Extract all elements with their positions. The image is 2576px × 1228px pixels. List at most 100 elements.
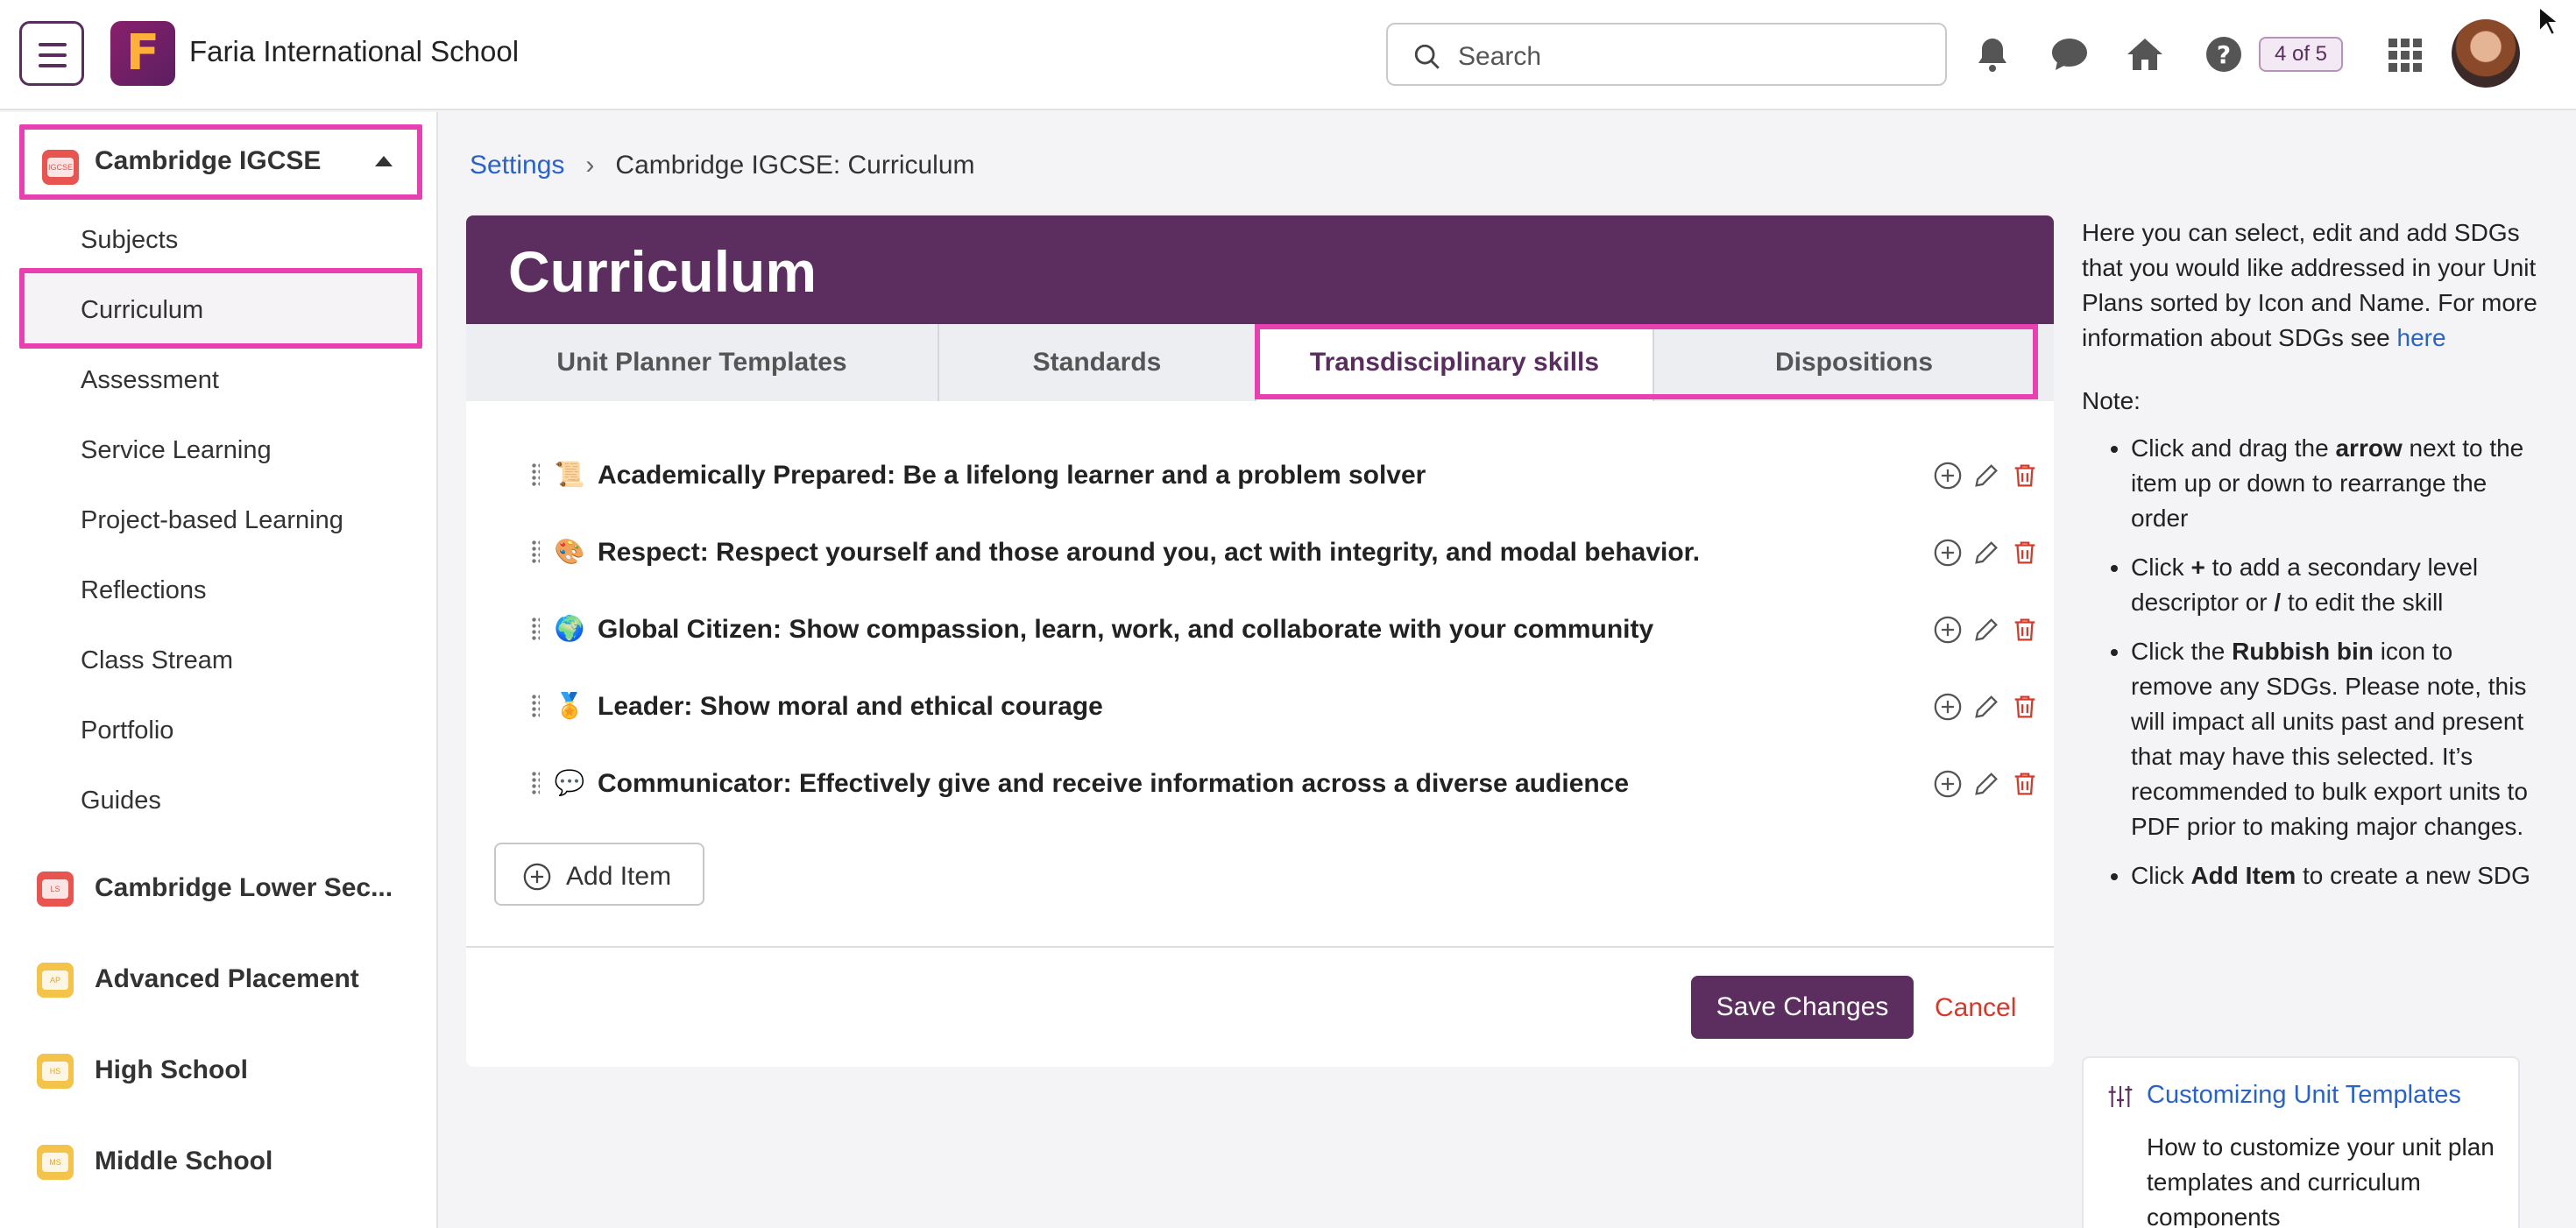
tour-progress-badge[interactable]: 4 of 5 [2259,37,2343,72]
help-bullet: Click the Rubbish bin icon to remove any… [2131,634,2537,844]
add-descriptor-icon[interactable] [1933,461,1963,490]
breadcrumb-settings-link[interactable]: Settings [470,151,564,180]
plus-circle-icon [523,863,551,891]
skill-item-actions [1933,692,2038,722]
breadcrumb: Settings › Cambridge IGCSE: Curriculum [470,151,975,180]
drag-handle-icon[interactable] [531,462,540,487]
sidebar-program-high-school[interactable]: HS High School [19,1034,422,1109]
sidebar-program-middle-school[interactable]: MS Middle School [19,1125,422,1200]
skill-item-actions [1933,615,2038,645]
program-badge-icon: AP [37,963,74,998]
sidebar-program-advanced-placement[interactable]: AP Advanced Placement [19,942,422,1018]
sidebar-program-cambridge-lower-secondary[interactable]: LS Cambridge Lower Sec... [19,851,422,927]
curriculum-card: Curriculum Unit Planner Templates Standa… [466,215,2054,1067]
trash-icon[interactable] [2010,769,2040,799]
program-label: Advanced Placement [95,964,359,993]
chevron-up-icon[interactable] [375,156,393,166]
skill-item: 🌍 Global Citizen: Show compassion, learn… [499,603,2035,655]
edit-pencil-icon[interactable] [1971,538,2001,568]
skill-item-actions [1933,461,2038,490]
program-label: High School [95,1055,248,1084]
apps-grid-icon[interactable] [2383,33,2425,75]
globe-icon: 🌍 [554,615,585,642]
sidebar-item-subjects[interactable]: Subjects [81,226,178,255]
book-icon: 📜 [554,461,585,488]
tab-standards[interactable]: Standards [939,324,1256,401]
program-badge-icon: MS [37,1145,74,1180]
skill-item-text: Respect: Respect yourself and those arou… [598,538,1701,567]
drag-handle-icon[interactable] [531,617,540,641]
skill-item-text: Communicator: Effectively give and recei… [598,769,1630,798]
trash-icon[interactable] [2010,692,2040,722]
edit-pencil-icon[interactable] [1971,461,2001,490]
sidebar-item-curriculum-highlight[interactable] [19,268,422,349]
drag-handle-icon[interactable] [531,771,540,795]
trash-icon[interactable] [2010,538,2040,568]
sidebar-item-class-stream[interactable]: Class Stream [81,646,233,675]
save-changes-button[interactable]: Save Changes [1691,976,1914,1039]
edit-pencil-icon[interactable] [1971,692,2001,722]
program-badge-icon: HS [37,1054,74,1089]
chat-icon[interactable] [2049,33,2091,75]
help-icon[interactable]: ? [2203,33,2245,75]
speech-bubbles-icon: 💬 [554,769,585,796]
sidebar-item-portfolio[interactable]: Portfolio [81,716,173,745]
add-descriptor-icon[interactable] [1933,692,1963,722]
program-badge-icon: IGCSE [42,150,79,185]
sidebar-program-cambridge-igcse[interactable]: IGCSE Cambridge IGCSE [19,124,422,200]
sidebar-item-curriculum[interactable]: Curriculum [81,296,203,325]
sidebar-item-guides[interactable]: Guides [81,787,161,815]
help-article-title[interactable]: Customizing Unit Templates [2147,1081,2461,1110]
sidebar-item-service-learning[interactable]: Service Learning [81,436,272,465]
sidebar-item-assessment[interactable]: Assessment [81,366,219,395]
cancel-button[interactable]: Cancel [1935,993,2016,1023]
sidebar: IGCSE Cambridge IGCSE Subjects Curriculu… [0,112,438,1228]
skill-item: 🎨 Respect: Respect yourself and those ar… [499,526,2035,578]
help-intro: Here you can select, edit and add SDGs t… [2082,219,2537,351]
bell-icon[interactable] [1971,33,2013,75]
search-placeholder: Search [1458,42,1542,71]
tab-unit-planner-templates[interactable]: Unit Planner Templates [466,324,939,401]
mouse-cursor-icon [2538,5,2558,37]
trash-icon[interactable] [2010,615,2040,645]
divider [466,946,2054,948]
add-item-button[interactable]: Add Item [494,843,704,906]
skill-item-text: Leader: Show moral and ethical courage [598,692,1103,721]
card-header: Curriculum [466,215,2054,324]
help-here-link[interactable]: here [2397,324,2446,351]
help-bullet: Click and drag the arrow next to the ite… [2131,431,2537,536]
tab-highlight-box [1255,324,2038,399]
user-avatar[interactable] [2452,19,2520,88]
chevron-right-icon: › [585,151,595,180]
add-descriptor-icon[interactable] [1933,538,1963,568]
help-bullet: Click Add Item to create a new SDG [2131,858,2537,893]
edit-pencil-icon[interactable] [1971,615,2001,645]
skill-item-actions [1933,769,2038,799]
add-descriptor-icon[interactable] [1933,615,1963,645]
program-label: Cambridge Lower Sec... [95,873,393,902]
skill-item-text: Global Citizen: Show compassion, learn, … [598,615,1654,644]
help-note-heading: Note: [2082,387,2141,414]
drag-handle-icon[interactable] [531,540,540,564]
hamburger-menu-button[interactable] [19,21,84,86]
add-descriptor-icon[interactable] [1933,769,1963,799]
sidebar-item-reflections[interactable]: Reflections [81,576,206,605]
program-label: Middle School [95,1147,273,1175]
help-panel: Here you can select, edit and add SDGs t… [2082,215,2537,907]
school-name: Faria International School [189,35,520,67]
sliders-icon [2108,1086,2133,1107]
drag-handle-icon[interactable] [531,694,540,718]
sidebar-item-project-based-learning[interactable]: Project-based Learning [81,506,343,535]
skill-item-actions [1933,538,2038,568]
edit-pencil-icon[interactable] [1971,769,2001,799]
skill-item: 📜 Academically Prepared: Be a lifelong l… [499,448,2035,501]
trash-icon[interactable] [2010,461,2040,490]
search-input[interactable]: Search [1386,23,1947,86]
program-label: Cambridge IGCSE [95,146,322,175]
program-badge-icon: LS [37,872,74,907]
page-title: Curriculum [508,239,817,304]
home-icon[interactable] [2124,33,2166,75]
skill-item: 🏅 Leader: Show moral and ethical courage [499,680,2035,732]
help-article-card[interactable]: Customizing Unit Templates How to custom… [2082,1056,2520,1228]
school-logo[interactable]: F [110,21,175,86]
